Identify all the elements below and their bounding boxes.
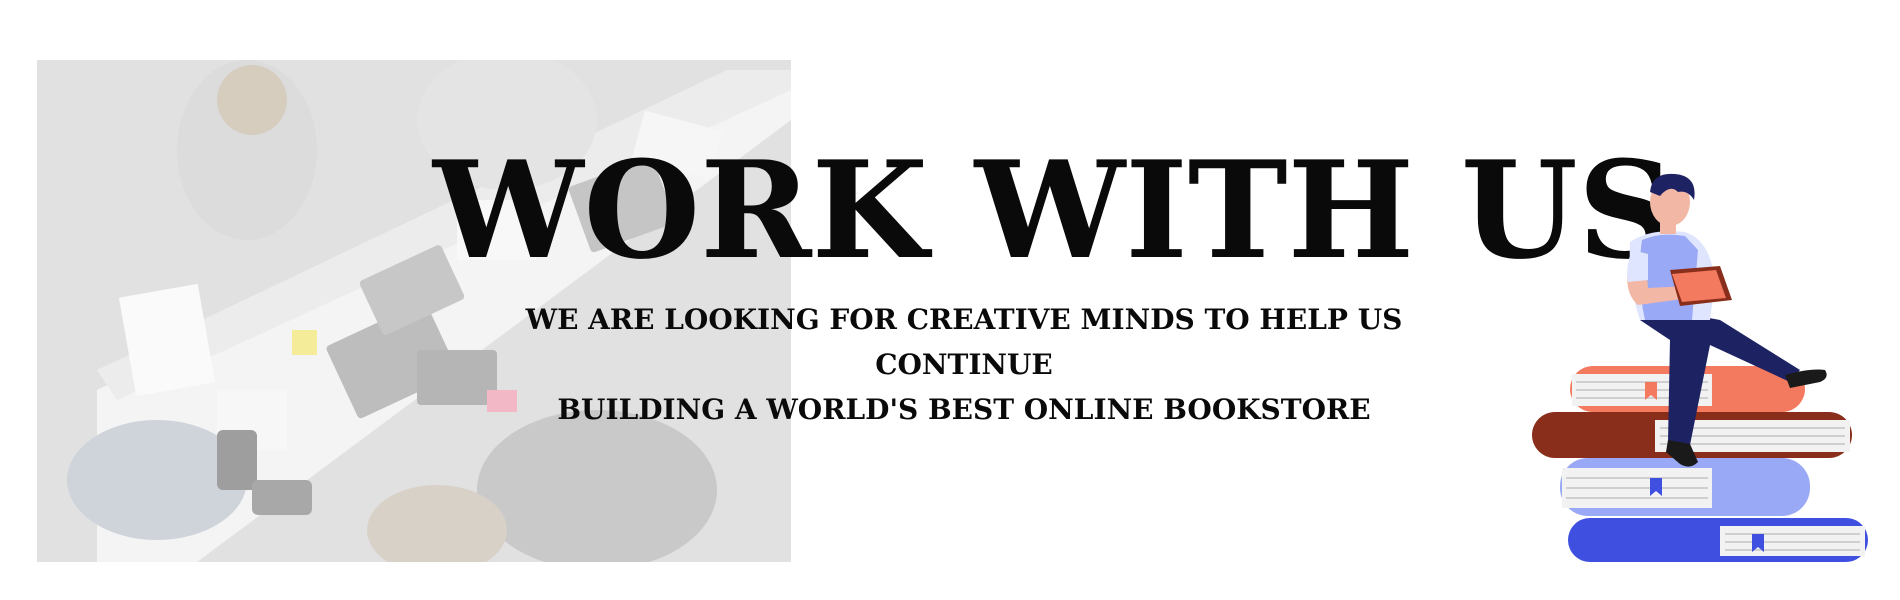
- person-reading-on-books-icon: [1520, 170, 1880, 570]
- page-subtitle: WE ARE LOOKING FOR CREATIVE MINDS TO HEL…: [433, 297, 1495, 432]
- subtitle-line-1: WE ARE LOOKING FOR CREATIVE MINDS TO HEL…: [525, 303, 1403, 381]
- subtitle-line-2: BUILDING A WORLD'S BEST ONLINE BOOKSTORE: [557, 393, 1371, 426]
- page-title: WORK WITH US: [433, 131, 1675, 289]
